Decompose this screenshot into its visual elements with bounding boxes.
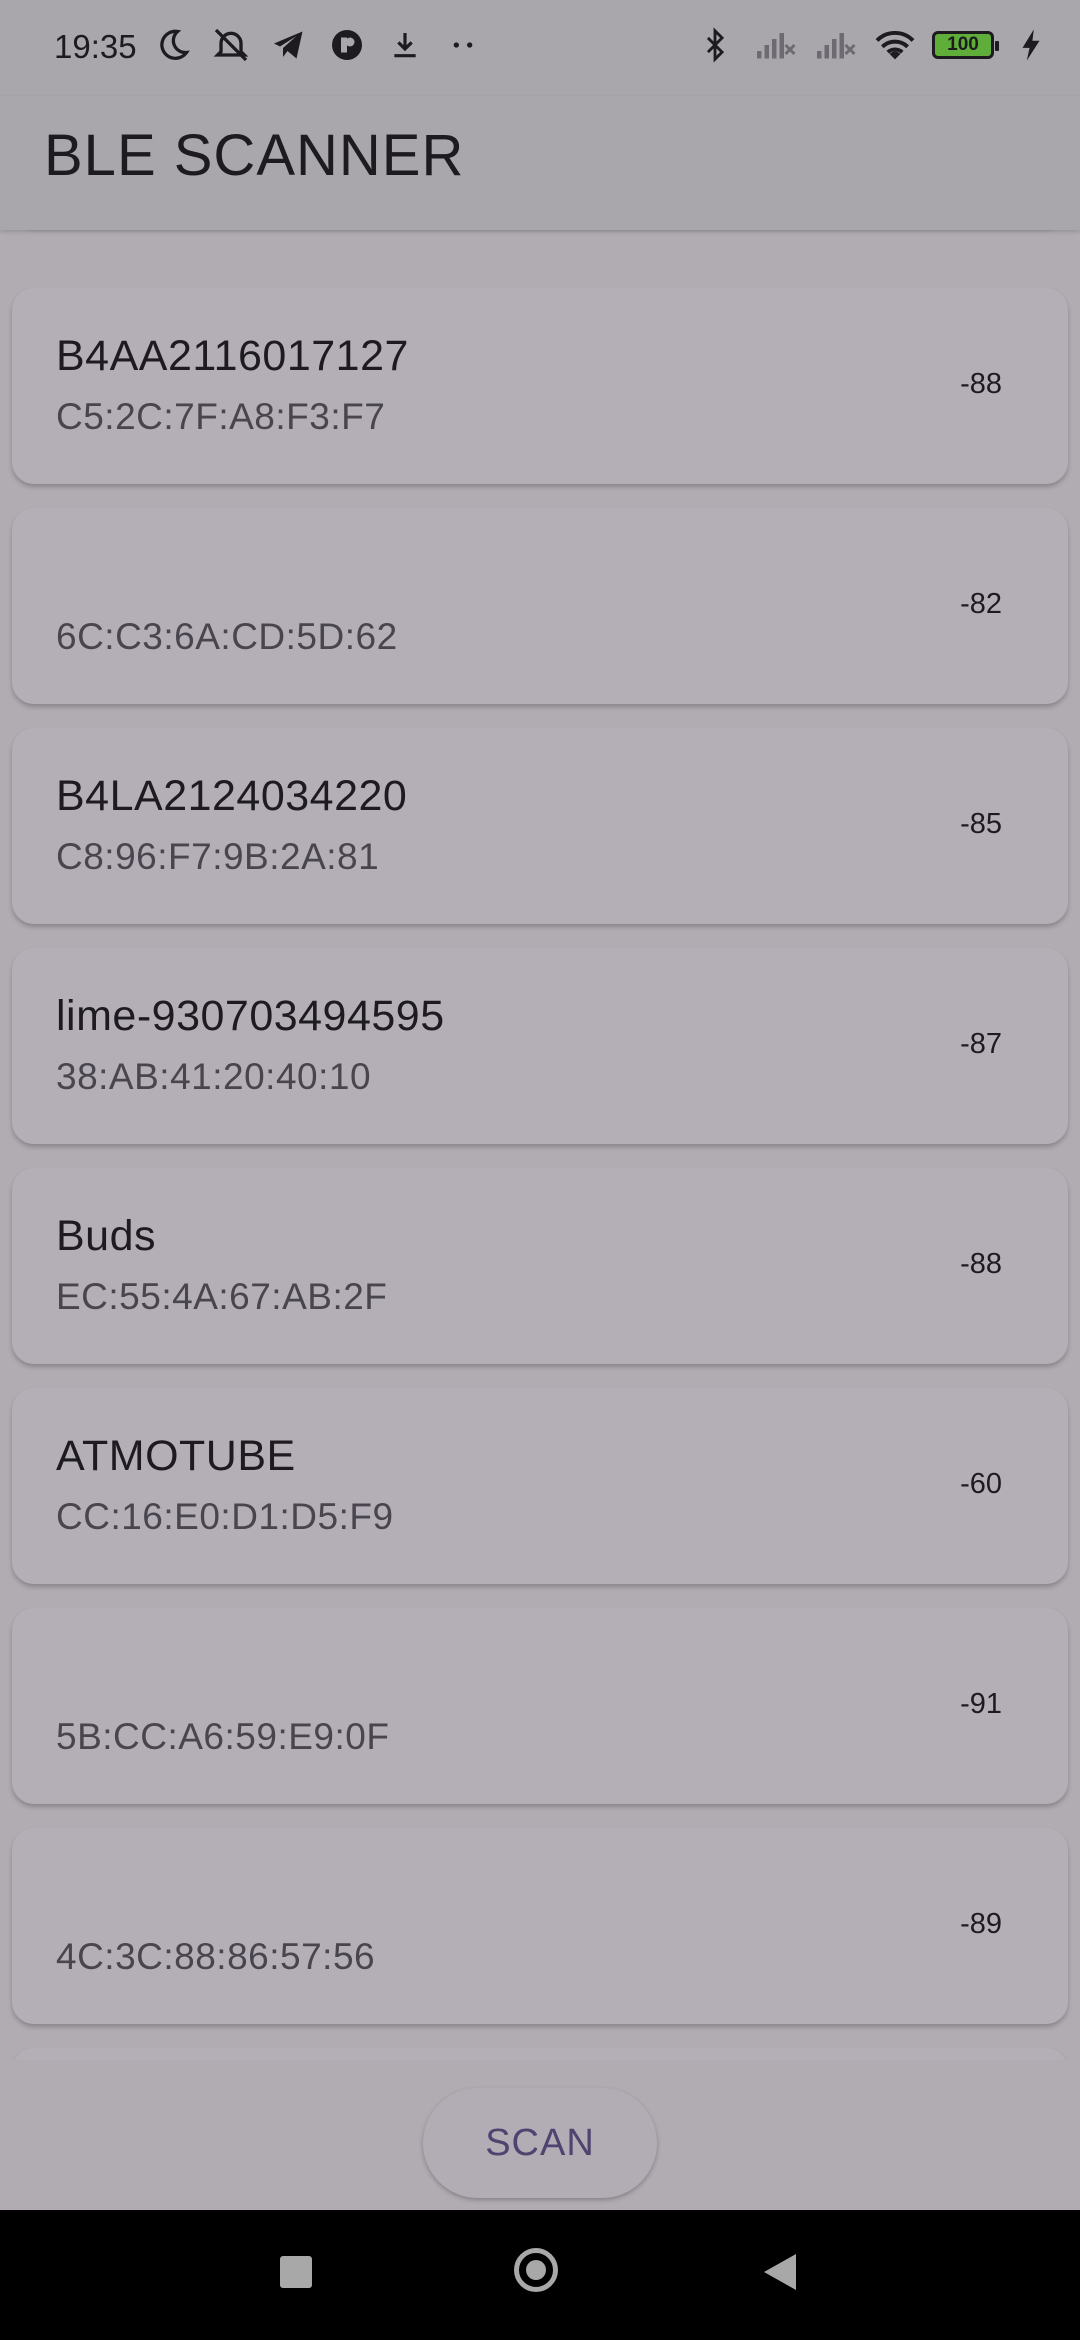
battery-icon: 100 [932, 31, 999, 59]
device-rssi: -82 [960, 588, 1002, 620]
device-mac: CC:16:E0:D1:D5:F9 [56, 1496, 394, 1537]
list-item[interactable]: 5B:CC:A6:59:E9:0F -91 [12, 1608, 1068, 1804]
navigation-bar [0, 2210, 1080, 2340]
status-time: 19:35 [54, 28, 137, 65]
device-name: lime-930703494595 [56, 992, 445, 1040]
device-rssi: -88 [960, 368, 1002, 400]
device-rssi: -89 [960, 1908, 1002, 1940]
mute-icon [208, 22, 254, 68]
device-rssi: -85 [960, 808, 1002, 840]
recent-apps-icon[interactable] [280, 2256, 312, 2288]
moon-icon [150, 22, 196, 68]
device-list[interactable]: B4AA2116017127 C5:2C:7F:A8:F3:F7 -88 6C:… [0, 230, 1080, 2060]
list-item[interactable]: Buds EC:55:4A:67:AB:2F -88 [12, 1168, 1068, 1364]
bolt-icon [1008, 22, 1054, 68]
device-name: B4LA2124034220 [56, 772, 408, 820]
telegram-icon [266, 22, 312, 68]
page-title: BLE SCANNER [44, 123, 465, 188]
scan-button[interactable]: SCAN [423, 2088, 657, 2198]
app-icon [324, 22, 370, 68]
status-left-icons [150, 22, 486, 68]
device-mac: C8:96:F7:9B:2A:81 [56, 836, 380, 877]
device-mac: 38:AB:41:20:40:10 [56, 1056, 372, 1097]
device-rssi: -91 [960, 1688, 1002, 1720]
app-bar: BLE SCANNER [0, 96, 1080, 230]
device-mac: C5:2C:7F:A8:F3:F7 [56, 396, 386, 437]
more-icon [440, 22, 486, 68]
bluetooth-icon [692, 22, 738, 68]
device-mac: 5B:CC:A6:59:E9:0F [56, 1716, 390, 1757]
list-item[interactable]: ATMOTUBE CC:16:E0:D1:D5:F9 -60 [12, 1388, 1068, 1584]
status-right-icons: 100 [692, 22, 1054, 68]
list-item[interactable]: 4C:3C:88:86:57:56 -89 [12, 1828, 1068, 2024]
back-icon[interactable] [764, 2254, 796, 2290]
device-mac: EC:55:4A:67:AB:2F [56, 1276, 388, 1317]
signal-icon [812, 22, 858, 68]
device-rssi: -87 [960, 1028, 1002, 1060]
list-item[interactable]: 6C:C3:6A:CD:5D:62 -82 [12, 508, 1068, 704]
list-item[interactable] [12, 2048, 1068, 2060]
device-name: Buds [56, 1212, 157, 1260]
device-rssi: -60 [960, 1468, 1002, 1500]
device-name: ATMOTUBE [56, 1432, 296, 1480]
signal-icon [752, 22, 798, 68]
list-item[interactable]: B4AA2116017127 C5:2C:7F:A8:F3:F7 -88 [12, 288, 1068, 484]
download-icon [382, 22, 428, 68]
home-icon[interactable] [514, 2248, 558, 2292]
device-mac: 6C:C3:6A:CD:5D:62 [56, 616, 398, 657]
status-bar: 19:35 100 [0, 0, 1080, 96]
device-name: B4AA2116017127 [56, 332, 409, 380]
list-item[interactable]: B4LA2124034220 C8:96:F7:9B:2A:81 -85 [12, 728, 1068, 924]
wifi-icon [872, 22, 918, 68]
device-rssi: -88 [960, 1248, 1002, 1280]
device-mac: 4C:3C:88:86:57:56 [56, 1936, 376, 1977]
list-item[interactable]: lime-930703494595 38:AB:41:20:40:10 -87 [12, 948, 1068, 1144]
